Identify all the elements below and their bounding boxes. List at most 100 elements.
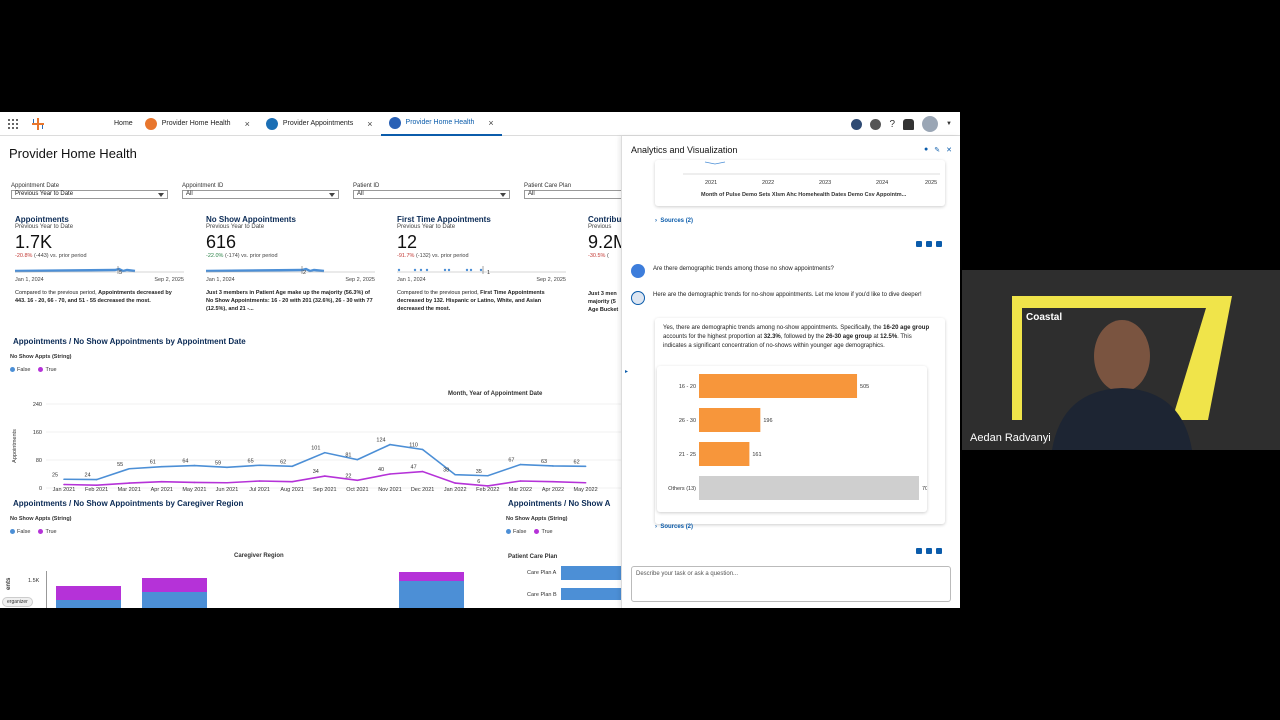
previous-chart: 2021 2022 2023 2024 2025 Month of Pulse … — [683, 161, 940, 198]
prompt-input[interactable]: Describe your task or ask a question... — [631, 566, 951, 602]
previous-chart-card: 2021 2022 2023 2024 2025 Month of Pulse … — [655, 160, 945, 206]
data-label: 81 — [345, 453, 351, 459]
close-icon[interactable]: ✕ — [946, 146, 952, 154]
data-point — [193, 464, 196, 467]
data-point — [226, 481, 228, 484]
legend-label: True — [45, 529, 57, 535]
care-plan-bar[interactable] — [561, 588, 623, 600]
filter-select[interactable]: Previous Year to Date — [11, 190, 168, 199]
data-label: 110 — [409, 443, 418, 449]
kpi-title: No Show Appointments — [206, 215, 296, 224]
kpi-title: Appointments — [15, 215, 69, 224]
filter-appointment-id[interactable]: Appointment ID All — [182, 183, 339, 199]
region-bar-true[interactable] — [142, 578, 207, 592]
data-point — [128, 482, 130, 484]
kpi-description: Compared to the previous period, First T… — [397, 289, 566, 313]
kpi-change-detail: (-443) vs. prior period — [32, 253, 87, 259]
thumbs-down-icon[interactable] — [926, 241, 932, 247]
chevron-down-icon[interactable]: ▼ — [946, 121, 952, 127]
kpi-change-pct: -22.0% — [206, 253, 224, 259]
agent-icon[interactable] — [851, 118, 863, 130]
y-tick-label: 160 — [33, 430, 42, 436]
legend-label: False — [17, 529, 31, 535]
thumbs-up-icon[interactable] — [916, 241, 922, 247]
year-tick: 2024 — [876, 180, 888, 186]
close-icon[interactable]: × — [367, 119, 372, 129]
section-title-caregiver-region: Appointments / No Show Appointments by C… — [13, 499, 244, 508]
region-bar-true[interactable] — [399, 572, 464, 581]
region-bar-false[interactable] — [56, 600, 121, 608]
date-start: Jan 1, 2024 — [206, 277, 235, 283]
avatar[interactable] — [922, 116, 939, 132]
tab-label: Provider Home Health — [161, 120, 231, 127]
kpi-change-detail: (-132) vs. prior period — [414, 253, 469, 259]
data-label: 35 — [476, 469, 482, 475]
legend-label: False — [17, 367, 31, 373]
line-chart[interactable]: Appointments 240 160 80 0 25 24 55 61 64 59 65 62 1… — [0, 398, 622, 492]
region-bar-false[interactable] — [399, 581, 464, 608]
category-label: 26 - 30 — [679, 418, 696, 424]
x-tick-label: Jul 2021 — [249, 487, 270, 492]
filter-select[interactable]: All — [353, 190, 510, 199]
kpi-no-show[interactable]: No Show Appointments Previous Year to Da… — [205, 215, 397, 314]
legend-true[interactable]: True — [38, 367, 57, 373]
x-tick-label: Jun 2021 — [216, 487, 239, 492]
care-plan-bar[interactable] — [561, 566, 623, 580]
copy-icon[interactable] — [936, 548, 942, 554]
help-icon[interactable]: ? — [889, 119, 895, 130]
data-label: 22 — [345, 473, 351, 479]
data-point — [552, 480, 554, 483]
legend-false[interactable]: False — [10, 529, 30, 535]
sources-toggle[interactable]: › Sources (2) — [655, 524, 693, 530]
bell-icon[interactable] — [903, 118, 915, 130]
chart-caption: Month of Pulse Demo Sets Xlsm Ahc Homehe… — [701, 192, 907, 198]
region-bar-false[interactable] — [142, 592, 207, 608]
filter-appointment-date[interactable]: Appointment Date Previous Year to Date — [11, 183, 168, 199]
thumbs-down-icon[interactable] — [926, 548, 932, 554]
age-bar-chart[interactable]: 16 - 20 505 26 - 30 196 21 - 25 161 Others (13… — [657, 366, 931, 512]
kpi-appointments[interactable]: Appointments Previous Year to Date 1.7K … — [14, 215, 206, 314]
legend-false[interactable]: False — [506, 529, 526, 535]
legend-false[interactable]: False — [10, 367, 30, 373]
x-tick-label: Apr 2021 — [151, 487, 173, 492]
date-end: Sep 2, 2025 — [154, 277, 184, 283]
filter-patient-id[interactable]: Patient ID All — [353, 183, 510, 199]
close-icon[interactable]: × — [245, 119, 250, 129]
x-tick-label: May 2021 — [182, 487, 206, 492]
tableau-logo-icon — [30, 116, 46, 132]
filter-select[interactable]: All — [182, 190, 339, 199]
legend-true[interactable]: True — [534, 529, 553, 535]
filter-bar: Appointment Date Previous Year to Date A… — [11, 183, 681, 199]
info-icon[interactable]: ● — [924, 146, 928, 154]
text-bold: 26-30 age group — [825, 334, 872, 340]
date-start: Jan 1, 2024 — [15, 277, 44, 283]
tab-provider-appointments[interactable]: Provider Appointments × — [258, 112, 381, 136]
organizer-button[interactable]: erganizer — [2, 597, 33, 607]
kpi-desc-bold: Just 3 members in Patient Age make up th… — [206, 290, 373, 312]
legend-true[interactable]: True — [38, 529, 57, 535]
axis-line — [46, 571, 47, 608]
data-label: 65 — [248, 458, 254, 464]
tab-home[interactable]: Home — [106, 112, 141, 136]
text-part: , followed by the — [780, 334, 826, 340]
agent-message: Here are the demographic trends for no-s… — [653, 292, 922, 298]
legend-title: No Show Appts (String) — [10, 516, 72, 522]
app-launcher-icon[interactable] — [8, 118, 18, 129]
sparkline-svg: 2 — [205, 266, 375, 276]
sparkline-svg: 1 — [397, 266, 566, 276]
setup-icon[interactable] — [870, 118, 882, 130]
tab-provider-home-health-2[interactable]: Provider Home Health × — [380, 112, 502, 136]
sources-toggle[interactable]: › Sources (2) — [655, 218, 693, 224]
thumbs-up-icon[interactable] — [916, 548, 922, 554]
kpi-change: -91.7% (-132) vs. prior period — [397, 253, 566, 259]
expand-handle-icon[interactable]: ▸ — [625, 368, 628, 375]
data-point — [487, 474, 489, 477]
sources-label: Sources (2) — [660, 218, 694, 224]
edit-icon[interactable]: ✎ — [934, 146, 940, 154]
axis-title: Caregiver Region — [234, 553, 284, 559]
region-bar-true[interactable] — [56, 586, 121, 600]
kpi-first-time[interactable]: First Time Appointments Previous Year to… — [397, 215, 588, 314]
tab-provider-home-health-1[interactable]: Provider Home Health × — [137, 112, 258, 136]
copy-icon[interactable] — [936, 241, 942, 247]
close-icon[interactable]: × — [488, 118, 493, 128]
